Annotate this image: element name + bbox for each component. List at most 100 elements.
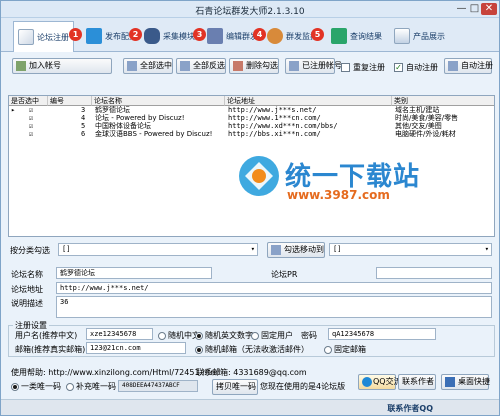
row-forum-url: http://bbs.xi***n.com/ (228, 130, 321, 138)
radio-circle[interactable] (324, 345, 332, 354)
qq-chat-button[interactable]: QQ交流 (358, 374, 402, 390)
forum-name-label: 论坛名称 (11, 270, 43, 279)
fixed-email-label: 固定邮箱 (334, 345, 366, 354)
select-all-button[interactable]: 全部选中 (123, 58, 173, 74)
password-label: 密码 (301, 331, 317, 340)
add-account-button[interactable]: 加入帐号 (12, 58, 112, 74)
row-id: 6 (81, 130, 86, 138)
col-header-id[interactable]: 编号 (48, 96, 92, 106)
reregister-checkbox[interactable]: 重复注册 (341, 62, 385, 73)
radio-circle[interactable] (251, 331, 259, 340)
table-row[interactable]: ☑ 5 中国粉体设备论坛 http://www.xd***n.com/bbs/ … (9, 122, 494, 130)
maximize-button[interactable]: □ (468, 3, 481, 15)
step-badge-5: 5 (311, 28, 324, 41)
accounts-icon (289, 61, 299, 71)
auto-register-check-label: 自动注册 (406, 63, 438, 72)
email-field[interactable]: 123@21cn.com (86, 342, 186, 354)
forum-url-field[interactable]: http://www.j***s.net/ (56, 282, 492, 294)
minimize-button[interactable]: — (455, 3, 468, 15)
col-header-category[interactable]: 类别 (392, 96, 494, 106)
username-label: 用户名(推荐中文) (15, 331, 78, 340)
row-forum-url: http://www.xd***n.com/bbs/ (228, 122, 338, 130)
row-forum-url: http://www.j***s.net/ (228, 106, 317, 114)
tab-label: 采集模块 (163, 31, 195, 41)
category-select[interactable]: [] ▾ (58, 243, 258, 256)
table-row[interactable]: ☑ 4 论坛 - Powered by Discuz! http://www.1… (9, 114, 494, 122)
product-tab-icon (394, 28, 410, 44)
description-field[interactable]: 36 (56, 296, 492, 318)
table-row[interactable]: ☑ 6 金球汉语BBS - Powered by Discuz! http://… (9, 130, 494, 138)
desktop-shortcut-label: 桌面快捷 (458, 377, 490, 386)
col-header-forum-url[interactable]: 论坛地址 (225, 96, 392, 106)
tab-product-showcase[interactable]: 产品展示 (394, 22, 445, 50)
machine-code-field[interactable]: 408DEEA47437ABCF (118, 380, 198, 392)
fixed-email-radio[interactable]: 固定邮箱 (324, 344, 366, 355)
tab-query-results[interactable]: 查询结果 (331, 22, 382, 50)
desktop-shortcut-button[interactable]: 桌面快捷 (441, 374, 490, 390)
table-row[interactable]: ▸ ☑ 3 鹤罗德论坛 http://www.j***s.net/ 域名主机/建… (9, 106, 494, 114)
radio-circle[interactable] (66, 382, 74, 391)
radio-circle[interactable] (195, 331, 203, 340)
col-header-forum-name[interactable]: 论坛名称 (92, 96, 225, 106)
tab-forum-register[interactable]: 论坛注册 (13, 21, 74, 52)
random-english-radio[interactable]: 随机英文数字 (195, 330, 253, 341)
category-select-value: [] (62, 245, 71, 253)
auto-register-icon (448, 61, 458, 71)
invert-all-label: 全部反选 (193, 61, 225, 70)
fixed-user-label: 固定用户 (261, 331, 293, 340)
help-link[interactable]: 使用帮助: http://www.xinzilong.com/Html/7245… (11, 367, 220, 378)
random-chinese-radio[interactable]: 随机中文 (158, 330, 200, 341)
move-checked-button[interactable]: 勾选移动到 (267, 242, 325, 258)
window-title: 石青论坛群发大师2.1.3.10 (195, 7, 305, 17)
password-field[interactable]: qA12345678 (328, 328, 436, 340)
desktop-icon (445, 377, 455, 387)
contact-author-button[interactable]: 联系作者 (398, 374, 436, 390)
copy-code-label: 拷贝唯一码 (216, 382, 256, 391)
radio-circle[interactable] (195, 345, 203, 354)
row-checkbox[interactable]: ☑ (27, 122, 37, 130)
forum-url-label: 论坛地址 (11, 285, 43, 294)
row-pointer-icon: ▸ (11, 106, 16, 114)
move-target-value: [] (333, 245, 342, 253)
forum-table[interactable]: 是否选中 编号 论坛名称 论坛地址 类别 ▸ ☑ 3 鹤罗德论坛 http://… (8, 95, 495, 237)
forum-pr-field[interactable] (376, 267, 492, 279)
col-header-selected[interactable]: 是否选中 (9, 96, 48, 106)
register-tab-icon (18, 29, 34, 45)
row-checkbox[interactable]: ☑ (27, 114, 37, 122)
supplement-code-radio[interactable]: 补充唯一码 (66, 381, 116, 392)
tab-label: 论坛注册 (37, 32, 69, 42)
fixed-user-radio[interactable]: 固定用户 (251, 330, 293, 341)
row-checkbox[interactable]: ☑ (27, 130, 37, 138)
publish-tab-icon (86, 28, 102, 44)
tab-collect-module[interactable]: 采集模块 (144, 22, 195, 50)
username-field[interactable]: xze12345678 (86, 328, 153, 340)
copy-code-button[interactable]: 拷贝唯一码 (212, 379, 258, 395)
auto-register-box[interactable]: ✓ (394, 63, 403, 72)
radio-circle[interactable] (11, 382, 19, 391)
tab-edit-broadcast[interactable]: 编辑群发 (207, 22, 258, 50)
download-site-watermark: 统一下载站 www.3987.com (237, 154, 477, 224)
invert-all-button[interactable]: 全部反选 (176, 58, 226, 74)
supplement-code-label: 补充唯一码 (76, 382, 116, 391)
select-all-icon (127, 61, 137, 71)
radio-circle[interactable] (158, 331, 166, 340)
auto-register-button[interactable]: 自动注册 (444, 58, 493, 74)
step-badge-3: 3 (193, 28, 206, 41)
add-account-label: 加入帐号 (29, 61, 61, 70)
random-english-label: 随机英文数字 (205, 331, 253, 340)
row-id: 3 (81, 106, 86, 114)
auto-register-checkbox[interactable]: ✓ 自动注册 (394, 62, 438, 73)
forum-pr-label: 论坛PR (271, 270, 298, 279)
registered-accounts-button[interactable]: 已注册帐号 (285, 58, 342, 74)
random-email-radio[interactable]: 随机邮箱（无法收激活邮件） (195, 344, 309, 355)
chevron-down-icon: ▾ (250, 245, 255, 253)
row-category: 时尚/美食/美容/零售 (395, 114, 459, 122)
machine-code-radio[interactable]: 一类唯一码 (11, 381, 61, 392)
delete-checked-button[interactable]: 删除勾选 (229, 58, 279, 74)
row-checkbox[interactable]: ☑ (27, 106, 37, 114)
close-button[interactable]: ✕ (481, 3, 497, 15)
step-badge-2: 2 (129, 28, 142, 41)
reregister-box[interactable] (341, 63, 350, 72)
move-target-select[interactable]: [] ▾ (329, 243, 492, 256)
forum-name-field[interactable]: 鹤罗德论坛 (56, 267, 212, 279)
